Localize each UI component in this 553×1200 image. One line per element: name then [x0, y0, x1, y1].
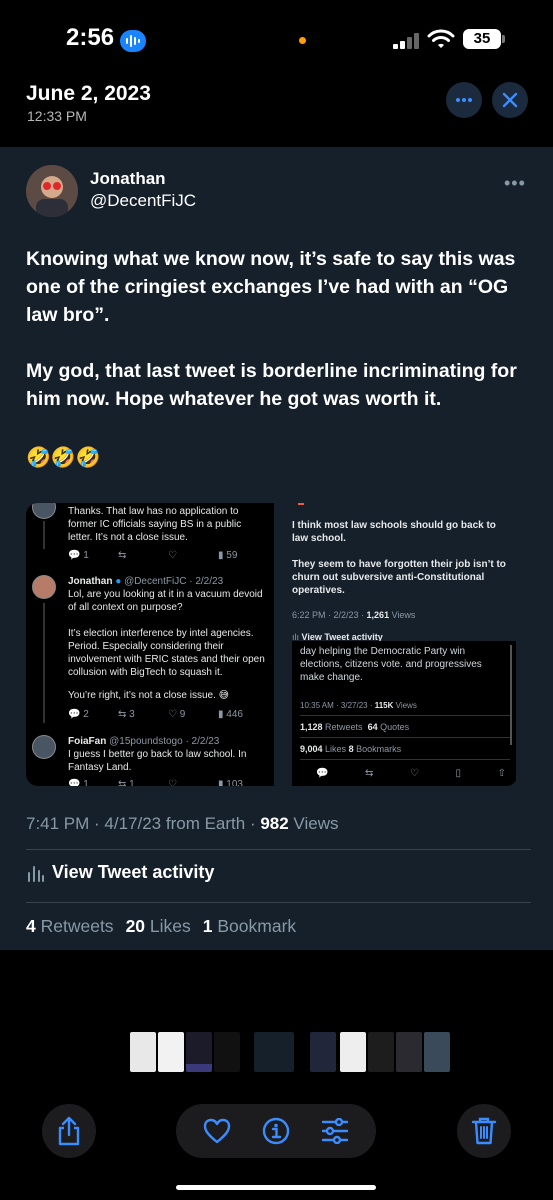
thumbnail[interactable] [214, 1032, 240, 1072]
retweets-stat[interactable]: 4 Retweets [26, 916, 114, 937]
close-button[interactable] [492, 82, 528, 118]
audio-recording-icon [120, 30, 146, 52]
author-handle[interactable]: @DecentFiJC [90, 191, 196, 211]
adjust-icon [321, 1118, 348, 1144]
more-options-button[interactable] [446, 82, 482, 118]
thumbnail[interactable] [310, 1032, 336, 1072]
battery-tip [502, 35, 505, 43]
divider [300, 715, 510, 716]
inner-retweets: 1,128 Retweets 64 Quotes [300, 722, 410, 732]
divider [26, 849, 531, 850]
photo-date: June 2, 2023 [26, 82, 151, 105]
tweet-emojis: 🤣🤣🤣 [26, 447, 101, 469]
divider [300, 737, 510, 738]
tweet-screenshot: Jonathan @DecentFiJC ••• Knowing what we… [0, 147, 553, 950]
thumbnail[interactable] [340, 1032, 366, 1072]
inner-meta: 10:35 AM · 3/27/23 · 115K Views [300, 701, 417, 710]
reply-header: FoiaFan @15poundstogo · 2/2/23 [68, 736, 220, 747]
thumbnail[interactable] [130, 1032, 156, 1072]
reply-header: Jonathan ● @DecentFiJC · 2/2/23 [68, 576, 224, 587]
media-image-right: I think most law schools should go back … [290, 503, 518, 786]
reply-actions: 💬 1 ⇆ 1 ♡ ▮ 103 [68, 779, 243, 786]
wifi-icon [427, 28, 455, 55]
author-name[interactable]: Jonathan [90, 169, 166, 189]
inner-actions: 💬 ⇆ ♡ ▯ ⇧ [316, 768, 506, 779]
inner-text: day helping the Democratic Party win ele… [300, 646, 482, 683]
reply-actions: 💬 2 ⇆ 3 ♡ 9 ▮ 446 [68, 709, 243, 720]
reply-text: It’s election interference by intel agen… [68, 628, 265, 678]
avatar [26, 165, 78, 217]
reply-avatar [32, 735, 56, 759]
divider [300, 759, 510, 760]
tweet-media: Thanks. That law has no application to f… [26, 503, 518, 786]
delete-button[interactable] [457, 1104, 511, 1158]
close-icon [502, 92, 518, 108]
divider [26, 902, 531, 903]
share-icon [58, 1116, 80, 1146]
activity-label: View Tweet activity [52, 862, 215, 882]
tweet-stats: 4 Retweets 20 Likes 1 Bookmark [26, 916, 296, 937]
bookmarks-stat[interactable]: 1 Bookmark [203, 916, 296, 937]
analytics-icon [28, 865, 44, 882]
heart-icon [204, 1118, 231, 1144]
action-group [176, 1104, 376, 1158]
thread-line [43, 603, 45, 723]
quote-text: They seem to have forgotten their job is… [292, 559, 506, 596]
photo-filmstrip[interactable] [0, 1032, 553, 1072]
home-indicator[interactable] [176, 1185, 376, 1190]
reply-text: Thanks. That law has no application to f… [68, 506, 242, 543]
quote-text: I think most law schools should go back … [292, 520, 496, 544]
likes-stat[interactable]: 20 Likes [126, 916, 191, 937]
reply-actions: 💬 1 ⇆ ♡ ▮ 59 [68, 550, 238, 561]
tweet-meta: 7:41 PM · 4/17/23 from Earth · 982 Views [26, 814, 339, 833]
reply-avatar [32, 503, 56, 519]
tweet-body: Knowing what we know now, it’s safe to s… [26, 245, 531, 441]
status-bar: 2:56 35 [0, 0, 553, 80]
quote-meta: 6:22 PM · 2/2/23 · 1,261 Views [292, 610, 416, 620]
thumbnail[interactable] [158, 1032, 184, 1072]
thumbnail[interactable] [396, 1032, 422, 1072]
battery-icon: 35 [463, 29, 501, 49]
thumbnail[interactable] [424, 1032, 450, 1072]
cellular-signal-icon [393, 33, 421, 49]
tweet-more-icon: ••• [504, 173, 526, 193]
adjust-button[interactable] [321, 1118, 349, 1144]
reply-text: I guess I better go back to law school. … [68, 749, 247, 773]
more-icon [456, 98, 472, 102]
tweet-paragraph-2: My god, that last tweet is borderline in… [26, 360, 517, 410]
tweet-paragraph-1: Knowing what we know now, it’s safe to s… [26, 248, 516, 326]
reply-avatar [32, 575, 56, 599]
scroll-indicator [510, 645, 512, 745]
view-tweet-activity-link[interactable]: View Tweet activity [26, 862, 214, 883]
media-image-left: Thanks. That law has no application to f… [26, 503, 274, 786]
avatar-fragment [298, 503, 304, 505]
inner-likes: 9,004 Likes 8 Bookmarks [300, 744, 402, 754]
photo-header: June 2, 2023 12:33 PM [0, 76, 553, 146]
status-time: 2:56 [66, 24, 115, 51]
trash-icon [471, 1117, 497, 1145]
share-button[interactable] [42, 1104, 96, 1158]
info-button[interactable] [262, 1117, 290, 1145]
inner-screenshot: day helping the Democratic Party win ele… [292, 641, 516, 786]
thumbnail[interactable] [186, 1032, 212, 1072]
reply-text: You’re right, it’s not a close issue. 😅 [68, 690, 230, 701]
thread-line [43, 521, 45, 549]
reply-text: Lol, are you looking at it in a vacuum d… [68, 589, 263, 613]
info-icon [262, 1117, 290, 1145]
thumbnail-selected[interactable] [254, 1032, 294, 1072]
privacy-indicator-dot [299, 37, 306, 44]
favorite-button[interactable] [203, 1118, 231, 1144]
thumbnail[interactable] [368, 1032, 394, 1072]
photo-time: 12:33 PM [27, 108, 87, 124]
